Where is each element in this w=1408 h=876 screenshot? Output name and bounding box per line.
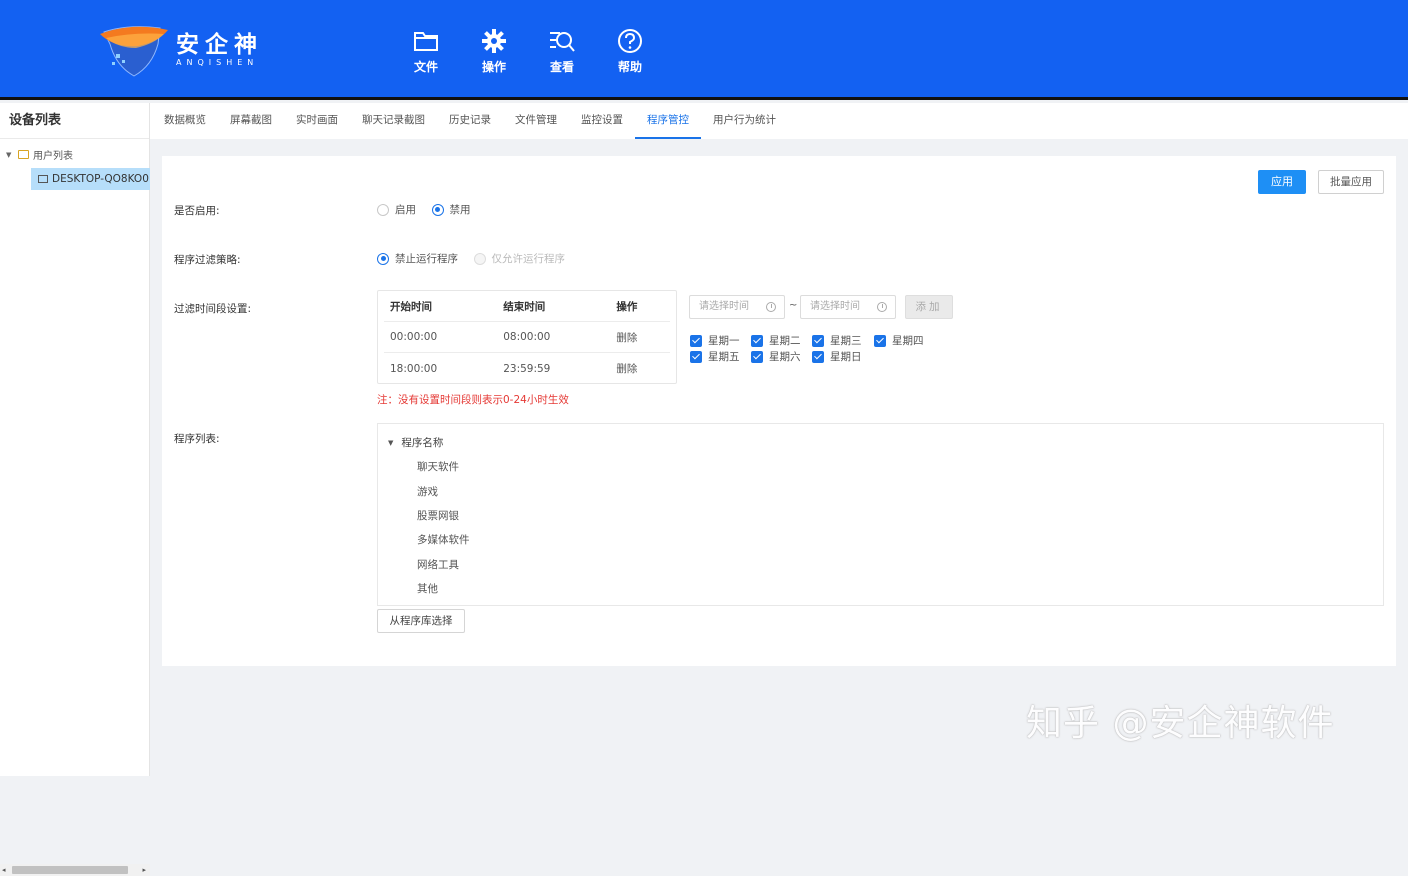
watermark: 知乎 @安企神软件 — [1026, 703, 1335, 744]
check-icon — [751, 350, 763, 363]
caret-down-icon[interactable]: ▼ — [6, 151, 18, 159]
tab-program-control[interactable]: 程序管控 — [635, 103, 701, 139]
folder-icon — [414, 32, 438, 51]
program-tree-root[interactable]: ▼ 程序名称 — [388, 435, 443, 450]
checkbox-thursday[interactable]: 星期四 — [874, 333, 924, 348]
menu-file-label: 文件 — [413, 60, 438, 74]
table-header: 开始时间 结束时间 操作 — [384, 291, 670, 322]
search-list-icon — [550, 32, 575, 52]
tab-data-overview[interactable]: 数据概览 — [152, 103, 218, 139]
tab-monitor-settings[interactable]: 监控设置 — [569, 103, 635, 139]
clock-icon — [877, 302, 887, 312]
range-separator: ~ — [789, 300, 798, 311]
delete-link[interactable]: 删除 — [610, 361, 670, 376]
tree-root-users[interactable]: ▼ 用户列表 — [6, 147, 73, 162]
radio-allow-only-programs[interactable]: 仅允许运行程序 — [473, 251, 565, 266]
checkbox-tuesday[interactable]: 星期二 — [751, 333, 801, 348]
brand-name: 安企神 — [176, 32, 263, 58]
radio-enable[interactable]: 启用 — [377, 202, 416, 217]
device-sidebar: 设备列表 ▼ 用户列表 DESKTOP-QO8KO0 ◂ ▸ — [0, 103, 150, 876]
caret-down-icon[interactable]: ▼ — [388, 439, 393, 447]
tab-file-management[interactable]: 文件管理 — [503, 103, 569, 139]
scroll-right-icon[interactable]: ▸ — [142, 864, 146, 876]
device-label: DESKTOP-QO8KO0 — [52, 173, 149, 185]
add-time-button[interactable]: 添加 — [905, 295, 953, 319]
menu-help-label: 帮助 — [617, 60, 642, 74]
menu-view[interactable]: 查看 — [528, 28, 596, 75]
tree-device-item[interactable]: DESKTOP-QO8KO0 — [31, 168, 150, 190]
table-row: 00:00:00 08:00:00 删除 — [384, 322, 670, 353]
program-control-panel: 应用 批量应用 是否启用: 启用 禁用 程序过滤策略: 禁止运行程序 仅允许运行… — [162, 156, 1396, 666]
menu-view-label: 查看 — [549, 60, 574, 74]
policy-radio-group: 禁止运行程序 仅允许运行程序 — [377, 251, 577, 268]
checkbox-sunday[interactable]: 星期日 — [812, 349, 862, 364]
tree-root-label: 用户列表 — [33, 151, 73, 162]
sidebar-scrollbar[interactable]: ◂ ▸ — [0, 864, 150, 876]
end-time-picker[interactable]: 请选择时间 — [800, 295, 896, 319]
checkbox-monday[interactable]: 星期一 — [690, 333, 740, 348]
menu-operation-label: 操作 — [481, 60, 506, 74]
radio-disable[interactable]: 禁用 — [431, 202, 471, 217]
time-filter-label: 过滤时间段设置: — [174, 303, 252, 315]
checkbox-friday[interactable]: 星期五 — [690, 349, 740, 364]
help-icon — [618, 29, 642, 53]
top-menu: 文件 操作 查看 帮助 — [392, 28, 664, 75]
tab-screenshot[interactable]: 屏幕截图 — [218, 103, 284, 139]
enable-label: 是否启用: — [174, 205, 220, 217]
time-filter-note: 注：没有设置时间段则表示0-24小时生效 — [377, 394, 569, 406]
shield-logo-icon — [98, 22, 170, 78]
scroll-left-icon[interactable]: ◂ — [2, 864, 6, 876]
menu-file[interactable]: 文件 — [392, 28, 460, 75]
tab-user-behavior[interactable]: 用户行为统计 — [701, 103, 788, 139]
program-list-label: 程序列表: — [174, 433, 220, 445]
program-tree: ▼ 程序名称 聊天软件 游戏 股票网银 多媒体软件 网络工具 其他 — [377, 423, 1384, 606]
check-icon — [751, 334, 763, 347]
gear-icon — [482, 29, 506, 53]
enable-radio-group: 启用 禁用 — [377, 202, 483, 219]
tab-bar: 数据概览 屏幕截图 实时画面 聊天记录截图 历史记录 文件管理 监控设置 程序管… — [150, 103, 1408, 139]
check-icon — [690, 350, 702, 363]
table-row: 18:00:00 23:59:59 删除 — [384, 353, 670, 384]
check-icon — [690, 334, 702, 347]
folder-icon — [18, 150, 29, 159]
start-time-picker[interactable]: 请选择时间 — [689, 295, 785, 319]
checkbox-saturday[interactable]: 星期六 — [751, 349, 801, 364]
program-category-item[interactable]: 聊天软件 — [417, 459, 459, 474]
app-header: 安企神 ANQISHEN 文件 操作 查看 帮助 — [0, 0, 1408, 100]
apply-button[interactable]: 应用 — [1258, 170, 1306, 194]
batch-apply-button[interactable]: 批量应用 — [1318, 170, 1384, 194]
monitor-icon — [38, 175, 48, 183]
menu-operation[interactable]: 操作 — [460, 28, 528, 75]
program-category-item[interactable]: 多媒体软件 — [417, 532, 470, 547]
policy-label: 程序过滤策略: — [174, 254, 241, 266]
menu-help[interactable]: 帮助 — [596, 28, 664, 75]
brand-logo: 安企神 ANQISHEN — [98, 22, 263, 78]
tab-chat-screenshot[interactable]: 聊天记录截图 — [350, 103, 437, 139]
clock-icon — [766, 302, 776, 312]
check-icon — [874, 334, 886, 347]
brand-name-en: ANQISHEN — [176, 58, 259, 67]
check-icon — [812, 334, 824, 347]
check-icon — [812, 350, 824, 363]
checkbox-wednesday[interactable]: 星期三 — [812, 333, 862, 348]
program-category-item[interactable]: 股票网银 — [417, 508, 459, 523]
program-category-item[interactable]: 网络工具 — [417, 557, 459, 572]
program-category-item[interactable]: 其他 — [417, 581, 438, 596]
sidebar-title: 设备列表 — [0, 103, 149, 139]
delete-link[interactable]: 删除 — [610, 330, 670, 345]
tab-history[interactable]: 历史记录 — [437, 103, 503, 139]
program-category-item[interactable]: 游戏 — [417, 484, 438, 499]
select-from-library-button[interactable]: 从程序库选择 — [377, 609, 465, 633]
tab-live-view[interactable]: 实时画面 — [284, 103, 350, 139]
radio-block-programs[interactable]: 禁止运行程序 — [377, 251, 458, 266]
scrollbar-thumb[interactable] — [12, 866, 128, 874]
time-range-table: 开始时间 结束时间 操作 00:00:00 08:00:00 删除 18:00:… — [377, 290, 677, 384]
